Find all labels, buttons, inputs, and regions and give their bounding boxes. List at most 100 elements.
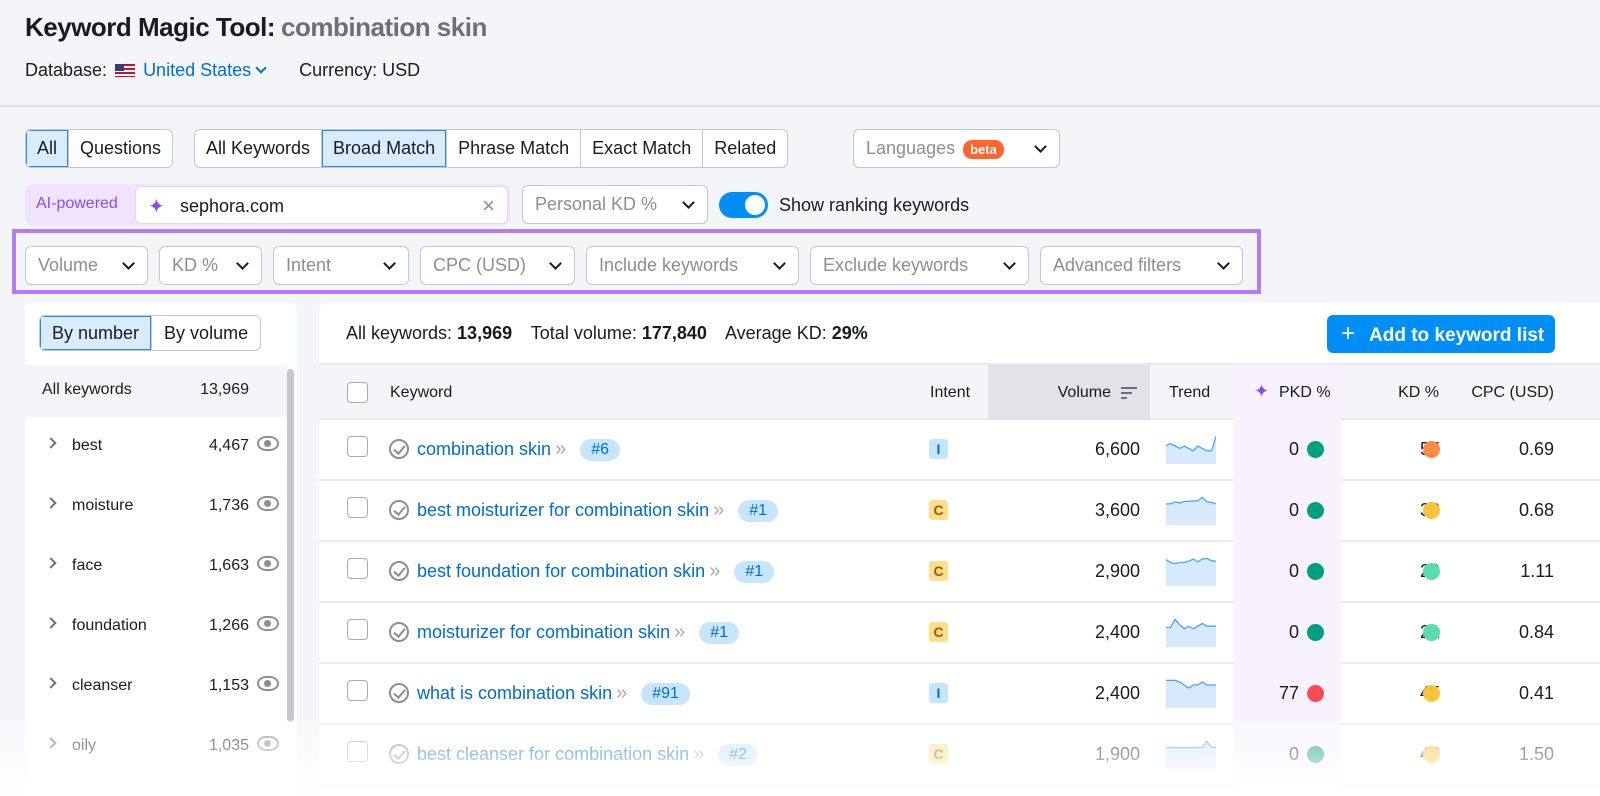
- pkd-value: 0: [1288, 439, 1299, 459]
- pkd-dot: [1307, 441, 1324, 458]
- keywords-table-panel: All keywords: 13,969 Total volume: 177,8…: [319, 303, 1600, 796]
- eye-icon[interactable]: [257, 436, 279, 451]
- double-chevron-icon[interactable]: »: [555, 438, 566, 461]
- currency-label: Currency: USD: [299, 60, 421, 80]
- group-item[interactable]: face 1,663: [25, 537, 287, 597]
- row-checkbox[interactable]: [347, 741, 368, 762]
- double-chevron-icon[interactable]: »: [713, 499, 724, 522]
- chevron-right-icon[interactable]: [45, 677, 57, 689]
- group-name: face: [72, 557, 103, 574]
- col-intent[interactable]: Intent: [930, 384, 970, 402]
- double-chevron-icon[interactable]: »: [709, 560, 720, 583]
- tab-phrase-match[interactable]: Phrase Match: [447, 130, 582, 167]
- eye-icon[interactable]: [257, 496, 279, 511]
- group-all-keywords[interactable]: All keywords 13,969: [25, 365, 287, 417]
- eye-icon[interactable]: [257, 736, 279, 751]
- pkd-dot: [1307, 746, 1324, 763]
- group-item[interactable]: foundation 1,266: [25, 597, 287, 657]
- check-circle-icon: [389, 622, 409, 642]
- filter-include-keywords[interactable]: Include keywords: [586, 246, 799, 285]
- table-row: best cleanser for combination skin» #2 C …: [319, 725, 1600, 786]
- tab-broad-match[interactable]: Broad Match: [322, 130, 448, 167]
- eye-icon[interactable]: [257, 676, 279, 691]
- tab-questions[interactable]: Questions: [69, 130, 172, 167]
- position-badge: #1: [699, 621, 740, 644]
- check-circle-icon: [389, 744, 409, 764]
- row-checkbox[interactable]: [347, 680, 368, 701]
- eye-icon[interactable]: [257, 616, 279, 631]
- sort-icon[interactable]: [1121, 387, 1137, 402]
- col-keyword[interactable]: Keyword: [390, 384, 452, 402]
- pkd-dot: [1307, 502, 1324, 519]
- tab-exact-match[interactable]: Exact Match: [581, 130, 704, 167]
- select-all-checkbox[interactable]: [347, 382, 368, 403]
- keyword-link[interactable]: best foundation for combination skin: [417, 561, 705, 582]
- pkd-value: 0: [1288, 622, 1299, 642]
- volume-value: 6,600: [1094, 439, 1140, 459]
- trend-sparkline: [1166, 740, 1216, 769]
- summary-stats: All keywords: 13,969 Total volume: 177,8…: [346, 323, 868, 343]
- keyword-link[interactable]: combination skin: [417, 439, 551, 460]
- double-chevron-icon[interactable]: »: [674, 621, 685, 644]
- position-badge: #1: [734, 560, 775, 583]
- keyword-link[interactable]: what is combination skin: [417, 683, 612, 704]
- add-to-keyword-list-button[interactable]: + Add to keyword list: [1327, 315, 1555, 353]
- col-kd[interactable]: KD %: [1398, 384, 1439, 402]
- filter-exclude-keywords[interactable]: Exclude keywords: [810, 246, 1029, 285]
- pkd-value: 0: [1288, 744, 1299, 764]
- database-select[interactable]: United States: [143, 60, 271, 81]
- group-count: 1,663: [208, 557, 249, 574]
- personal-kd-dropdown[interactable]: Personal KD %: [522, 185, 708, 224]
- chevron-right-icon[interactable]: [45, 497, 57, 509]
- clear-icon[interactable]: ×: [482, 193, 495, 219]
- keyword-link[interactable]: moisturizer for combination skin: [417, 622, 670, 643]
- keyword-link[interactable]: best moisturizer for combination skin: [417, 500, 709, 521]
- chevron-down-icon: [1217, 256, 1230, 270]
- intent-badge: C: [929, 500, 948, 520]
- show-ranking-toggle[interactable]: [719, 192, 768, 218]
- chevron-right-icon[interactable]: [45, 617, 57, 629]
- filter-kd[interactable]: KD %: [159, 246, 262, 285]
- sparkle-icon: ✦: [148, 196, 165, 218]
- filter-advanced[interactable]: Advanced filters: [1040, 246, 1243, 285]
- col-pkd[interactable]: PKD %: [1279, 384, 1331, 402]
- double-chevron-icon[interactable]: »: [693, 743, 704, 766]
- pkd-value: 77: [1278, 683, 1299, 703]
- group-count: 13,969: [200, 381, 249, 398]
- tab-all[interactable]: All: [26, 130, 70, 167]
- scrollbar[interactable]: [287, 369, 294, 722]
- tab-by-volume[interactable]: By volume: [152, 316, 260, 350]
- chevron-right-icon[interactable]: [45, 737, 57, 749]
- page-title: Keyword Magic Tool: combination skin: [25, 12, 487, 42]
- col-volume[interactable]: Volume: [1058, 384, 1111, 402]
- group-item[interactable]: cleanser 1,153: [25, 657, 287, 717]
- keyword-link[interactable]: best cleanser for combination skin: [417, 744, 689, 765]
- chevron-right-icon[interactable]: [45, 557, 57, 569]
- tab-related[interactable]: Related: [703, 130, 787, 167]
- row-checkbox[interactable]: [347, 436, 368, 457]
- double-chevron-icon[interactable]: »: [616, 682, 627, 705]
- chevron-down-icon: [255, 62, 267, 74]
- cpc-value: 1.50: [1518, 744, 1554, 764]
- languages-dropdown[interactable]: Languages beta: [853, 129, 1060, 168]
- eye-icon[interactable]: [257, 556, 279, 571]
- group-item[interactable]: best 4,467: [25, 417, 287, 477]
- group-item[interactable]: oily 1,035: [25, 717, 287, 777]
- group-item[interactable]: moisture 1,736: [25, 477, 287, 537]
- position-badge: #2: [718, 743, 759, 766]
- filter-volume[interactable]: Volume: [25, 246, 148, 285]
- row-checkbox[interactable]: [347, 619, 368, 640]
- chevron-right-icon[interactable]: [45, 437, 57, 449]
- col-cpc[interactable]: CPC (USD): [1471, 384, 1554, 402]
- filter-intent[interactable]: Intent: [273, 246, 409, 285]
- filter-cpc[interactable]: CPC (USD): [420, 246, 575, 285]
- tab-by-number[interactable]: By number: [40, 316, 153, 350]
- row-checkbox[interactable]: [347, 497, 368, 518]
- domain-input[interactable]: ✦ sephora.com ×: [135, 186, 508, 224]
- tab-all-keywords[interactable]: All Keywords: [195, 130, 323, 167]
- row-checkbox[interactable]: [347, 558, 368, 579]
- cpc-value: 0.68: [1518, 500, 1554, 520]
- group-name: foundation: [72, 617, 147, 634]
- chevron-down-icon: [1003, 256, 1016, 270]
- divider: [0, 105, 1600, 107]
